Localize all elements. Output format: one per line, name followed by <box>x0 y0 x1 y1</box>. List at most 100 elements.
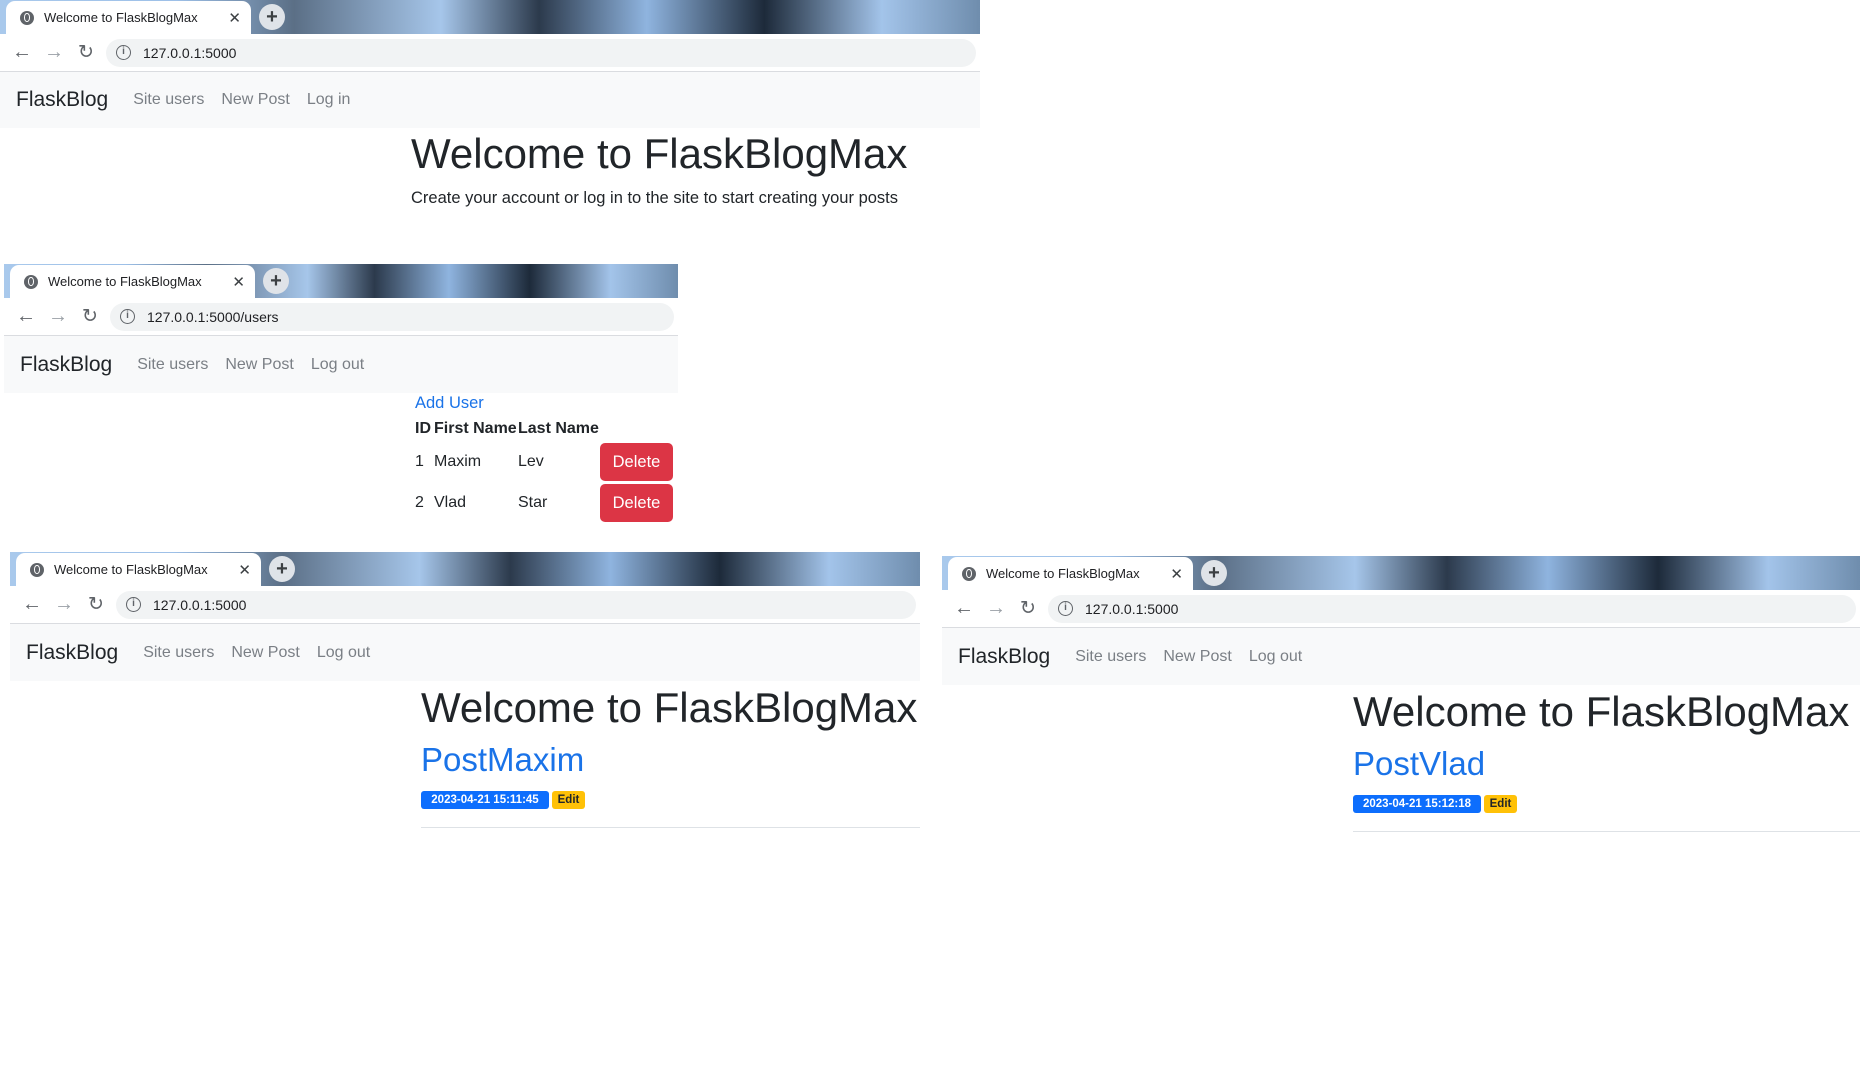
close-icon[interactable]: ✕ <box>228 9 241 27</box>
browser-toolbar: ← → ↻ i 127.0.0.1:5000 <box>0 34 980 72</box>
close-icon[interactable]: ✕ <box>1170 565 1183 583</box>
user-id: 2 <box>415 494 424 511</box>
url-text[interactable]: 127.0.0.1:5000 <box>143 45 236 61</box>
info-icon[interactable]: i <box>126 597 141 612</box>
edit-badge[interactable]: Edit <box>552 791 585 809</box>
delete-button[interactable]: Delete <box>600 443 673 481</box>
nav-site-users[interactable]: Site users <box>1075 648 1146 666</box>
site-navbar: FlaskBlog Site users New Post Log out <box>942 628 1860 685</box>
nav-new-post[interactable]: New Post <box>1163 648 1231 666</box>
info-icon[interactable]: i <box>1058 601 1073 616</box>
reload-icon[interactable]: ↻ <box>84 593 108 616</box>
browser-toolbar: ← → ↻ i 127.0.0.1:5000 <box>10 586 920 624</box>
post-title-link[interactable]: PostMaxim <box>421 741 584 779</box>
info-icon[interactable]: i <box>120 309 135 324</box>
url-text[interactable]: 127.0.0.1:5000 <box>153 597 246 613</box>
nav-log-in[interactable]: Log in <box>307 91 351 109</box>
new-tab-icon[interactable]: + <box>263 268 289 294</box>
brand-link[interactable]: FlaskBlog <box>20 353 112 377</box>
nav-site-users[interactable]: Site users <box>143 644 214 662</box>
post-date-badge: 2023-04-21 15:12:18 <box>1353 795 1481 813</box>
browser-tab[interactable]: Welcome to FlaskBlogMax ✕ <box>10 265 255 298</box>
brand-link[interactable]: FlaskBlog <box>26 641 118 665</box>
globe-icon <box>20 10 34 25</box>
site-navbar: FlaskBlog Site users New Post Log in <box>0 72 980 128</box>
user-id: 1 <box>415 453 424 470</box>
tab-title: Welcome to FlaskBlogMax <box>986 566 1140 581</box>
browser-tab[interactable]: Welcome to FlaskBlogMax ✕ <box>6 1 251 34</box>
close-icon[interactable]: ✕ <box>238 561 251 579</box>
tab-title: Welcome to FlaskBlogMax <box>54 562 208 577</box>
back-arrow-icon[interactable]: ← <box>952 597 976 620</box>
page-title: Welcome to FlaskBlogMax <box>411 130 908 177</box>
screenshot-users-page: Welcome to FlaskBlogMax ✕ + ← → ↻ i 127.… <box>4 264 678 393</box>
globe-icon <box>30 562 44 577</box>
post-title-link[interactable]: PostVlad <box>1353 745 1485 783</box>
page-title: Welcome to FlaskBlogMax <box>1353 688 1850 735</box>
forward-arrow-icon[interactable]: → <box>42 41 66 64</box>
nav-log-out[interactable]: Log out <box>1249 648 1302 666</box>
address-bar[interactable]: i 127.0.0.1:5000 <box>106 38 976 67</box>
tab-title: Welcome to FlaskBlogMax <box>48 274 202 289</box>
globe-icon <box>24 274 38 289</box>
nav-site-users[interactable]: Site users <box>133 91 204 109</box>
nav-log-out[interactable]: Log out <box>311 356 364 374</box>
address-bar[interactable]: i 127.0.0.1:5000/users <box>110 302 674 331</box>
user-last-name: Star <box>518 494 548 511</box>
nav-new-post[interactable]: New Post <box>225 356 293 374</box>
screenshot-home-post-maxim: Welcome to FlaskBlogMax ✕ + ← → ↻ i 127.… <box>10 552 920 681</box>
browser-toolbar: ← → ↻ i 127.0.0.1:5000 <box>942 590 1860 628</box>
site-navbar: FlaskBlog Site users New Post Log out <box>10 624 920 681</box>
tab-strip: Welcome to FlaskBlogMax ✕ + <box>942 556 1860 590</box>
forward-arrow-icon[interactable]: → <box>52 593 76 616</box>
reload-icon[interactable]: ↻ <box>78 305 102 328</box>
back-arrow-icon[interactable]: ← <box>20 593 44 616</box>
column-header-id: ID <box>415 420 431 437</box>
tab-title: Welcome to FlaskBlogMax <box>44 10 198 25</box>
edit-badge[interactable]: Edit <box>1484 795 1517 813</box>
close-icon[interactable]: ✕ <box>232 273 245 291</box>
nav-new-post[interactable]: New Post <box>221 91 289 109</box>
tab-strip: Welcome to FlaskBlogMax ✕ + <box>4 264 678 298</box>
site-navbar: FlaskBlog Site users New Post Log out <box>4 336 678 393</box>
post-divider <box>1353 831 1860 832</box>
nav-site-users[interactable]: Site users <box>137 356 208 374</box>
new-tab-icon[interactable]: + <box>259 4 285 30</box>
new-tab-icon[interactable]: + <box>1201 560 1227 586</box>
add-user-link[interactable]: Add User <box>415 394 484 413</box>
browser-tab[interactable]: Welcome to FlaskBlogMax ✕ <box>948 557 1193 590</box>
address-bar[interactable]: i 127.0.0.1:5000 <box>1048 594 1856 623</box>
info-icon[interactable]: i <box>116 45 131 60</box>
screenshot-home-logged-out: Welcome to FlaskBlogMax ✕ + ← → ↻ i 127.… <box>0 0 980 215</box>
back-arrow-icon[interactable]: ← <box>10 41 34 64</box>
browser-toolbar: ← → ↻ i 127.0.0.1:5000/users <box>4 298 678 336</box>
user-last-name: Lev <box>518 453 544 470</box>
brand-link[interactable]: FlaskBlog <box>958 645 1050 669</box>
nav-new-post[interactable]: New Post <box>231 644 299 662</box>
post-divider <box>421 827 920 828</box>
post-date-badge: 2023-04-21 15:11:45 <box>421 791 549 809</box>
nav-log-out[interactable]: Log out <box>317 644 370 662</box>
url-text[interactable]: 127.0.0.1:5000 <box>1085 601 1178 617</box>
tab-strip: Welcome to FlaskBlogMax ✕ + <box>10 552 920 586</box>
brand-link[interactable]: FlaskBlog <box>16 88 108 112</box>
forward-arrow-icon[interactable]: → <box>984 597 1008 620</box>
screenshot-home-post-vlad: Welcome to FlaskBlogMax ✕ + ← → ↻ i 127.… <box>942 556 1860 685</box>
user-first-name: Vlad <box>434 494 467 511</box>
user-first-name: Maxim <box>434 453 482 470</box>
reload-icon[interactable]: ↻ <box>1016 597 1040 620</box>
back-arrow-icon[interactable]: ← <box>14 305 38 328</box>
address-bar[interactable]: i 127.0.0.1:5000 <box>116 590 916 619</box>
url-text[interactable]: 127.0.0.1:5000/users <box>147 309 279 325</box>
new-tab-icon[interactable]: + <box>269 556 295 582</box>
forward-arrow-icon[interactable]: → <box>46 305 70 328</box>
delete-button[interactable]: Delete <box>600 484 673 522</box>
globe-icon <box>962 566 976 581</box>
reload-icon[interactable]: ↻ <box>74 41 98 64</box>
page-title: Welcome to FlaskBlogMax <box>421 684 918 731</box>
column-header-last-name: Last Name <box>518 420 599 437</box>
tab-strip: Welcome to FlaskBlogMax ✕ + <box>0 0 980 34</box>
column-header-first-name: First Name <box>434 420 517 437</box>
welcome-subtitle: Create your account or log in to the sit… <box>411 189 898 207</box>
browser-tab[interactable]: Welcome to FlaskBlogMax ✕ <box>16 553 261 586</box>
